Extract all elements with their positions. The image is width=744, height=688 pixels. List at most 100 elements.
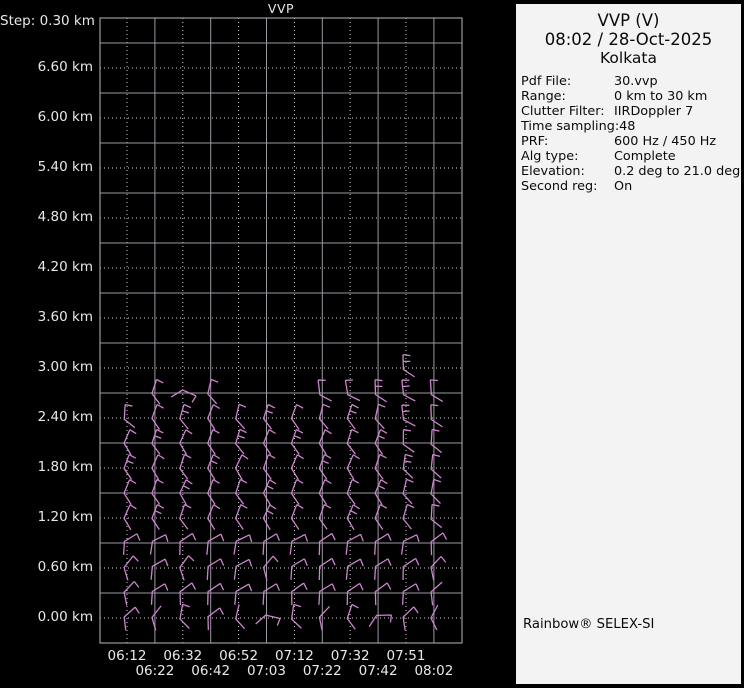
- wind-barb: [399, 605, 419, 633]
- wind-barb: [202, 580, 225, 608]
- wind-barb: [426, 452, 447, 480]
- wind-barb: [171, 389, 197, 404]
- wind-barb: [263, 504, 277, 530]
- wind-barb: [366, 609, 394, 633]
- time-label: 08:02: [410, 663, 458, 679]
- wind-barb: [346, 454, 361, 480]
- product-info-panel: VVP (V) 08:02 / 28-Oct-2025 Kolkata Pdf …: [516, 4, 741, 684]
- grid-solid: [100, 18, 462, 643]
- y-axis-label: 4.20 km: [0, 259, 93, 275]
- wind-barb: [175, 580, 197, 608]
- wind-barb: [397, 531, 422, 559]
- wind-barb: [400, 478, 419, 506]
- product-datetime: 08:02 / 28-Oct-2025: [516, 30, 741, 49]
- wind-barb: [341, 555, 365, 583]
- parameter-value: Complete: [614, 149, 676, 164]
- wind-barb: [426, 502, 448, 530]
- parameter-row: PRF:600 Hz / 450 Hz: [521, 134, 741, 149]
- y-axis-step-label: Step: 0.30 km: [0, 13, 93, 29]
- wind-barb: [206, 479, 222, 505]
- wind-barb: [370, 580, 392, 608]
- parameter-value: On: [614, 179, 632, 194]
- wind-barb: [290, 454, 305, 480]
- parameter-label: Range:: [521, 89, 614, 104]
- wind-barb: [229, 531, 254, 559]
- time-label: 06:42: [187, 663, 235, 679]
- y-axis-label: 6.60 km: [0, 59, 93, 75]
- wind-barb: [398, 555, 421, 583]
- wind-barb: [254, 612, 282, 631]
- wind-barb: [287, 602, 308, 630]
- wind-barb: [120, 605, 141, 633]
- plot-border: [100, 18, 462, 643]
- product-parameters: Pdf File:30.vvpRange:0 km to 30 kmClutte…: [516, 74, 741, 194]
- wind-barb: [262, 429, 278, 455]
- time-label: 07:32: [326, 648, 374, 664]
- wind-barb: [314, 555, 337, 583]
- wind-barb: [399, 452, 420, 480]
- wind-barb: [400, 503, 418, 530]
- parameter-row: Clutter Filter:IIRDoppler 7: [521, 104, 741, 119]
- wind-barb: [396, 402, 421, 430]
- wind-barb: [202, 530, 226, 558]
- wind-barb: [230, 580, 254, 608]
- wind-barb: [340, 377, 366, 405]
- time-label: 07:42: [354, 663, 402, 679]
- wind-barb: [397, 427, 420, 455]
- wind-barb: [425, 402, 449, 430]
- parameter-value: 600 Hz / 450 Hz: [614, 134, 716, 149]
- wind-barb: [150, 479, 167, 506]
- wind-barb: [372, 403, 391, 431]
- wind-barb: [122, 454, 138, 481]
- wind-barb: [206, 429, 222, 456]
- wind-barb: [175, 530, 198, 558]
- wind-barb: [290, 504, 306, 530]
- wind-barb: [317, 504, 334, 531]
- parameter-row: Elevation:0.2 deg to 21.0 deg: [521, 164, 741, 179]
- wind-barb: [426, 427, 448, 455]
- parameter-row: Second reg:On: [521, 179, 741, 194]
- y-axis-label: 1.80 km: [0, 459, 93, 475]
- wind-barb: [202, 555, 226, 583]
- wind-barb: [345, 428, 363, 455]
- y-axis-label: 0.00 km: [0, 609, 93, 625]
- wind-barb: [316, 403, 335, 430]
- wind-barb: [150, 428, 167, 455]
- wind-barb: [341, 530, 366, 558]
- wind-barb: [285, 531, 310, 559]
- y-axis-label: 1.20 km: [0, 509, 93, 525]
- wind-barb: [290, 404, 306, 431]
- parameter-row: Range:0 km to 30 km: [521, 89, 741, 104]
- time-label: 07:51: [382, 648, 430, 664]
- wind-barb: [374, 479, 389, 505]
- wind-barb: [123, 479, 139, 505]
- parameter-label: Pdf File:: [521, 74, 614, 89]
- parameter-value: 30.vvp: [614, 74, 658, 89]
- wind-barb: [258, 530, 282, 558]
- time-label: 06:22: [131, 663, 179, 679]
- wind-barb: [234, 504, 250, 531]
- wind-barb: [286, 555, 310, 583]
- y-axis-label: 3.60 km: [0, 309, 93, 325]
- wind-barb: [373, 453, 390, 480]
- wind-barb: [369, 377, 393, 405]
- y-axis-label: 6.00 km: [0, 109, 93, 125]
- y-axis-label: 5.40 km: [0, 159, 93, 175]
- wind-barb: [286, 580, 309, 608]
- wind-barb: [289, 429, 306, 456]
- wind-barb: [178, 453, 195, 480]
- parameter-label: Alg type:: [521, 149, 614, 164]
- time-label: 07:22: [298, 663, 346, 679]
- wind-barb: [262, 454, 279, 481]
- wind-barb: [397, 580, 421, 608]
- wind-barb: [146, 580, 170, 608]
- time-label: 06:12: [103, 648, 151, 664]
- wind-barb: [316, 605, 329, 631]
- wind-barb: [151, 454, 166, 480]
- wind-barb: [146, 531, 171, 559]
- wind-barb: [374, 429, 390, 455]
- site-name: Kolkata: [516, 49, 741, 68]
- wind-barb: [150, 404, 166, 431]
- wind-barb: [150, 378, 167, 405]
- wind-barb: [146, 555, 170, 583]
